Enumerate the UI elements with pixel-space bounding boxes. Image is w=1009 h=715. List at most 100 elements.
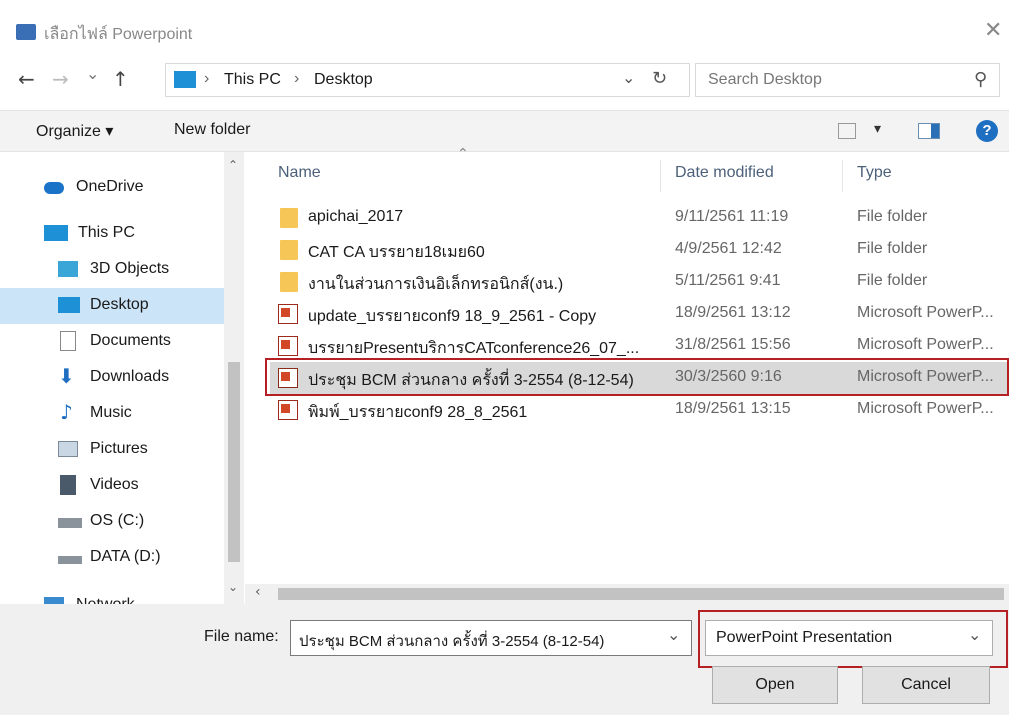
column-divider[interactable] — [660, 160, 661, 192]
file-date: 4/9/2561 12:42 — [675, 240, 782, 257]
window-title: เลือกไฟล์ Powerpoint — [44, 26, 193, 43]
table-row[interactable]: CAT CA บรรยาย18เมย60 4/9/2561 12:42 File… — [270, 234, 1009, 266]
file-type: File folder — [857, 208, 928, 225]
sidebar-item-downloads[interactable]: ⬇ Downloads — [0, 360, 240, 396]
document-icon — [60, 331, 76, 351]
help-icon[interactable]: ? — [976, 120, 998, 142]
drive-icon — [58, 518, 82, 528]
footer-panel: File name: ประชุม BCM ส่วนกลาง ครั้งที่ … — [0, 604, 1009, 715]
sidebar-item-label: Music — [90, 404, 132, 421]
sidebar-item-this-pc[interactable]: This PC — [0, 216, 240, 252]
sidebar-item-label: 3D Objects — [90, 260, 170, 277]
sidebar-item-label: Downloads — [90, 368, 170, 385]
preview-pane-icon[interactable] — [918, 123, 940, 139]
powerpoint-file-icon — [278, 304, 298, 324]
filename-value: ประชุม BCM ส่วนกลาง ครั้งที่ 3-2554 (8-1… — [299, 633, 605, 650]
sidebar-item-videos[interactable]: Videos — [0, 468, 240, 504]
sidebar-item-label: This PC — [78, 224, 135, 241]
file-name: พิมพ์_บรรยายconf9 28_8_2561 — [308, 404, 528, 421]
table-row[interactable]: งานในส่วนการเงินอิเล็กทรอนิกส์(งน.) 5/11… — [270, 266, 1009, 298]
sidebar-item-label: Documents — [90, 332, 171, 349]
table-row[interactable]: พิมพ์_บรรยายconf9 28_8_2561 18/9/2561 13… — [270, 394, 1009, 426]
horizontal-scroll-thumb[interactable] — [278, 588, 1004, 600]
file-date: 18/9/2561 13:12 — [675, 304, 791, 321]
sidebar-item-label: DATA (D:) — [90, 548, 161, 565]
sidebar-item-pictures[interactable]: Pictures — [0, 432, 240, 468]
table-row[interactable]: apichai_2017 9/11/2561 11:19 File folder — [270, 202, 1009, 234]
address-bar[interactable]: › This PC › Desktop ⌄ ↻ — [165, 63, 690, 97]
sidebar-item-onedrive[interactable]: OneDrive — [0, 170, 240, 206]
address-segment-desktop[interactable]: Desktop — [314, 71, 373, 89]
folder-icon — [280, 240, 298, 260]
folder-icon — [280, 272, 298, 292]
desktop-icon — [58, 297, 80, 313]
sidebar-item-label: Network — [76, 596, 135, 604]
picture-icon — [58, 441, 78, 457]
address-separator: › — [204, 70, 210, 87]
selection-highlight-box — [265, 358, 1009, 396]
open-button[interactable]: Open — [712, 666, 838, 704]
file-name: CAT CA บรรยาย18เมย60 — [308, 244, 485, 261]
scroll-down-icon[interactable]: ⌄ — [228, 580, 238, 594]
back-arrow-icon[interactable]: ← — [18, 67, 35, 91]
powerpoint-file-icon — [278, 336, 298, 356]
close-icon[interactable]: ✕ — [984, 18, 1002, 43]
powerpoint-file-icon — [278, 400, 298, 420]
scroll-left-icon[interactable]: ‹ — [255, 584, 261, 600]
cube-icon — [58, 261, 78, 277]
filetype-highlight-box — [698, 610, 1008, 668]
app-icon — [16, 24, 36, 40]
file-date: 18/9/2561 13:15 — [675, 400, 791, 417]
sidebar-item-data-d[interactable]: DATA (D:) — [0, 540, 240, 576]
recent-locations-icon[interactable]: ⌄ — [86, 64, 99, 83]
up-arrow-icon[interactable]: ↑ — [112, 67, 129, 91]
sidebar-item-label: Videos — [90, 476, 139, 493]
sidebar-item-label: Pictures — [90, 440, 148, 457]
sidebar-item-os-c[interactable]: OS (C:) — [0, 504, 240, 540]
file-date: 31/8/2561 15:56 — [675, 336, 791, 353]
drive-icon — [58, 556, 82, 564]
music-icon: ♪ — [60, 400, 73, 424]
file-type: Microsoft PowerP... — [857, 336, 994, 353]
sidebar-item-desktop[interactable]: Desktop — [0, 288, 240, 324]
computer-icon — [44, 225, 68, 241]
organize-button[interactable]: Organize ▾ — [36, 121, 113, 141]
folder-icon — [280, 208, 298, 228]
view-options-icon[interactable] — [838, 123, 856, 139]
column-header-type[interactable]: Type — [857, 164, 892, 182]
file-name: apichai_2017 — [308, 208, 404, 225]
filename-dropdown-icon[interactable]: ⌄ — [667, 625, 680, 644]
cancel-button[interactable]: Cancel — [862, 666, 990, 704]
sidebar-item-documents[interactable]: Documents — [0, 324, 240, 360]
address-separator: › — [294, 70, 300, 87]
sidebar-item-3d-objects[interactable]: 3D Objects — [0, 252, 240, 288]
navigation-pane[interactable]: OneDrive This PC 3D Objects Desktop Docu… — [0, 152, 245, 604]
sidebar-item-label: Desktop — [90, 296, 149, 313]
address-dropdown-icon[interactable]: ⌄ — [622, 68, 635, 87]
file-type: File folder — [857, 272, 928, 289]
new-folder-button[interactable]: New folder — [174, 121, 250, 139]
file-type: Microsoft PowerP... — [857, 304, 994, 321]
search-input[interactable]: Search Desktop ⚲ — [695, 63, 1000, 97]
search-icon[interactable]: ⚲ — [974, 69, 987, 90]
refresh-icon[interactable]: ↻ — [652, 68, 667, 89]
filename-input[interactable]: ประชุม BCM ส่วนกลาง ครั้งที่ 3-2554 (8-1… — [290, 620, 692, 656]
filename-label: File name: — [204, 628, 279, 645]
search-placeholder: Search Desktop — [708, 71, 822, 88]
column-divider[interactable] — [842, 160, 843, 192]
forward-arrow-icon[interactable]: → — [52, 67, 69, 91]
scroll-up-icon[interactable]: ⌃ — [228, 158, 238, 172]
address-segment-this-pc[interactable]: This PC — [224, 71, 281, 89]
column-header-name[interactable]: Name — [278, 164, 321, 182]
file-date: 5/11/2561 9:41 — [675, 272, 781, 289]
sidebar-item-network[interactable]: Network — [0, 588, 240, 604]
file-type: File folder — [857, 240, 928, 257]
this-pc-icon — [174, 71, 196, 88]
table-row[interactable]: update_บรรยายconf9 18_9_2561 - Copy 18/9… — [270, 298, 1009, 330]
navigation-scroll-thumb[interactable] — [228, 362, 240, 562]
view-dropdown-icon[interactable]: ▾ — [874, 120, 881, 137]
sort-indicator-icon: ⌃ — [457, 146, 469, 162]
sidebar-item-music[interactable]: ♪ Music — [0, 396, 240, 432]
column-header-date[interactable]: Date modified — [675, 164, 774, 182]
network-icon — [44, 597, 64, 604]
